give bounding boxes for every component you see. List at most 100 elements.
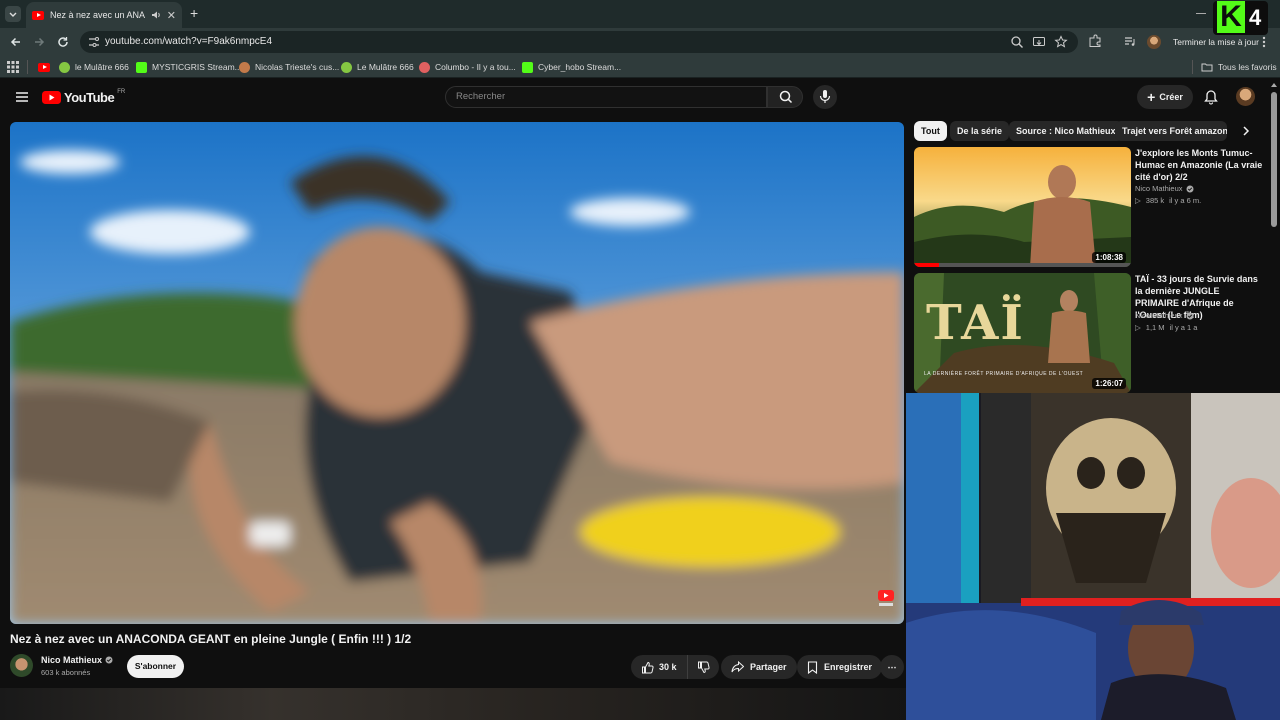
tab-search-button[interactable]	[5, 6, 21, 22]
verified-icon	[1186, 312, 1194, 319]
create-button[interactable]: + Créer	[1137, 85, 1193, 109]
address-bar[interactable]: youtube.com/watch?v=F9ak6nmpcE4	[80, 31, 1078, 53]
bookmark-label: le Mulâtre 666	[75, 62, 129, 72]
verified-icon	[1186, 185, 1194, 192]
dislike-button[interactable]	[688, 655, 719, 679]
bookmark-icon	[807, 660, 818, 674]
bookmark-label: Le Mulâtre 666	[357, 62, 414, 72]
chip-trip[interactable]: Trajet vers Forêt amazonienne	[1115, 121, 1227, 141]
view-count: 1,1 M	[1145, 323, 1165, 332]
recommendation-stats: ▷ 1,1 M il y a 1 a	[1135, 323, 1197, 332]
recommendation-thumbnail[interactable]: TAÏ LA DERNIÈRE FORÊT PRIMAIRE D'AFRIQUE…	[914, 273, 1131, 393]
logo-text: YouTube	[64, 90, 115, 105]
thumbs-down-icon	[697, 661, 710, 673]
upload-age: il y a 6 m.	[1169, 196, 1202, 205]
channel-avatar[interactable]	[10, 654, 33, 677]
bookmark-2[interactable]: MYSTICGRIS Stream...	[136, 60, 242, 74]
zoom-icon[interactable]	[1010, 35, 1024, 49]
bookmark-6[interactable]: Cyber_hobo Stream...	[522, 60, 621, 74]
subscribe-button[interactable]: S'abonner	[127, 655, 184, 678]
play-count-icon: ▷	[1135, 323, 1141, 332]
channel-name[interactable]: Nico Mathieux	[41, 655, 113, 665]
save-button[interactable]: Enregistrer	[797, 655, 883, 679]
bookmark-youtube[interactable]	[38, 60, 50, 74]
media-control-icon[interactable]	[1123, 34, 1137, 48]
chevron-right-icon[interactable]	[1239, 124, 1253, 138]
chevron-down-icon	[9, 12, 17, 17]
recommendation-title[interactable]: J'explore les Monts Tumuc-Humac en Amazo…	[1135, 147, 1265, 183]
video-title: Nez à nez avec un ANACONDA GEANT en plei…	[10, 632, 412, 646]
voice-search-button[interactable]	[813, 85, 837, 109]
youtube-icon	[38, 62, 50, 72]
update-button[interactable]: Terminer la mise à jour	[1170, 33, 1262, 51]
share-button[interactable]: Partager	[721, 655, 797, 679]
subscriber-count: 603 k abonnés	[41, 668, 91, 677]
bookmark-4[interactable]: Le Mulâtre 666	[341, 60, 414, 74]
folder-icon	[1201, 63, 1213, 72]
profile-avatar[interactable]	[1147, 35, 1161, 49]
chip-source[interactable]: Source : Nico Mathieux	[1009, 121, 1123, 141]
notification-bell-icon[interactable]	[1203, 89, 1219, 105]
play-count-icon: ▷	[1135, 196, 1141, 205]
youtube-logo[interactable]: YouTube FR	[42, 88, 126, 105]
minimize-button[interactable]	[1196, 13, 1206, 14]
video-player[interactable]	[10, 122, 904, 624]
extensions-icon[interactable]	[1088, 34, 1102, 48]
bookmark-label: Nicolas Trieste's cus...	[255, 62, 340, 72]
bookmark-label: MYSTICGRIS Stream...	[152, 62, 242, 72]
site-icon	[419, 61, 430, 73]
new-tab-button[interactable]: +	[190, 5, 198, 21]
stream-logo: K 4	[1213, 1, 1268, 35]
youtube-favicon-icon	[32, 10, 44, 20]
bookmark-label: Columbo - Il y a tou...	[435, 62, 516, 72]
recommendation-channel[interactable]: Nico Mathieux	[1135, 184, 1194, 193]
like-dislike-group: 30 k	[631, 655, 719, 679]
bookmark-3[interactable]: Nicolas Trieste's cus...	[239, 60, 339, 74]
reload-icon[interactable]	[55, 34, 71, 50]
chip-series[interactable]: De la série	[950, 121, 1010, 141]
all-bookmarks-button[interactable]: Tous les favoris	[1201, 60, 1277, 74]
search-button[interactable]	[767, 86, 803, 108]
tab-title: Nez à nez avec un ANACONDA	[50, 10, 145, 20]
bookmark-5[interactable]: Columbo - Il y a tou...	[419, 60, 516, 74]
page-scrollbar[interactable]	[1271, 92, 1277, 227]
thumbnail-subtitle-text: LA DERNIÈRE FORÊT PRIMAIRE D'AFRIQUE DE …	[924, 371, 1084, 377]
site-settings-icon[interactable]	[87, 35, 101, 49]
logo-region: FR	[117, 88, 126, 95]
speaker-icon[interactable]	[151, 10, 161, 20]
more-dots-icon: ⋯	[887, 661, 897, 672]
more-actions-button[interactable]: ⋯	[880, 655, 904, 679]
account-avatar[interactable]	[1236, 87, 1255, 106]
scroll-up-arrow-icon[interactable]	[1270, 82, 1278, 88]
thumbnail-image	[914, 147, 1131, 267]
microphone-icon	[819, 90, 831, 103]
channel-text: Nico Mathieux	[1135, 311, 1183, 320]
video-duration: 1:26:07	[1092, 378, 1126, 389]
channel-name-text: Nico Mathieux	[41, 655, 103, 665]
forward-arrow-icon[interactable]	[31, 34, 47, 50]
search-input[interactable]: Rechercher	[445, 86, 767, 108]
bookmarks-bar: le Mulâtre 666 MYSTICGRIS Stream... Nico…	[0, 56, 1280, 78]
tab-close-button[interactable]: ✕	[167, 9, 176, 22]
verified-icon	[105, 656, 113, 664]
animal-icon	[239, 61, 250, 73]
like-count: 30 k	[659, 662, 677, 672]
hamburger-menu-icon[interactable]	[15, 90, 29, 104]
youtube-logo-icon	[42, 91, 61, 104]
menu-dots-icon[interactable]	[1259, 35, 1269, 49]
rumble-icon	[59, 61, 70, 73]
apps-grid-icon[interactable]	[7, 61, 19, 73]
back-arrow-icon[interactable]	[8, 34, 24, 50]
below-fold-content	[0, 688, 906, 720]
like-button[interactable]: 30 k	[631, 655, 688, 679]
active-tab[interactable]: Nez à nez avec un ANACONDA ✕	[26, 2, 182, 28]
recommendation-channel[interactable]: Nico Mathieux	[1135, 311, 1194, 320]
plus-icon: +	[1147, 89, 1156, 105]
recommendation-thumbnail[interactable]: 1:08:38	[914, 147, 1131, 267]
chip-all[interactable]: Tout	[914, 121, 947, 141]
streamer-webcam-overlay	[906, 393, 1280, 720]
channel-watermark-icon[interactable]	[876, 588, 896, 608]
bookmark-star-icon[interactable]	[1054, 35, 1068, 49]
install-app-icon[interactable]	[1032, 35, 1046, 49]
bookmark-1[interactable]: le Mulâtre 666	[59, 60, 129, 74]
